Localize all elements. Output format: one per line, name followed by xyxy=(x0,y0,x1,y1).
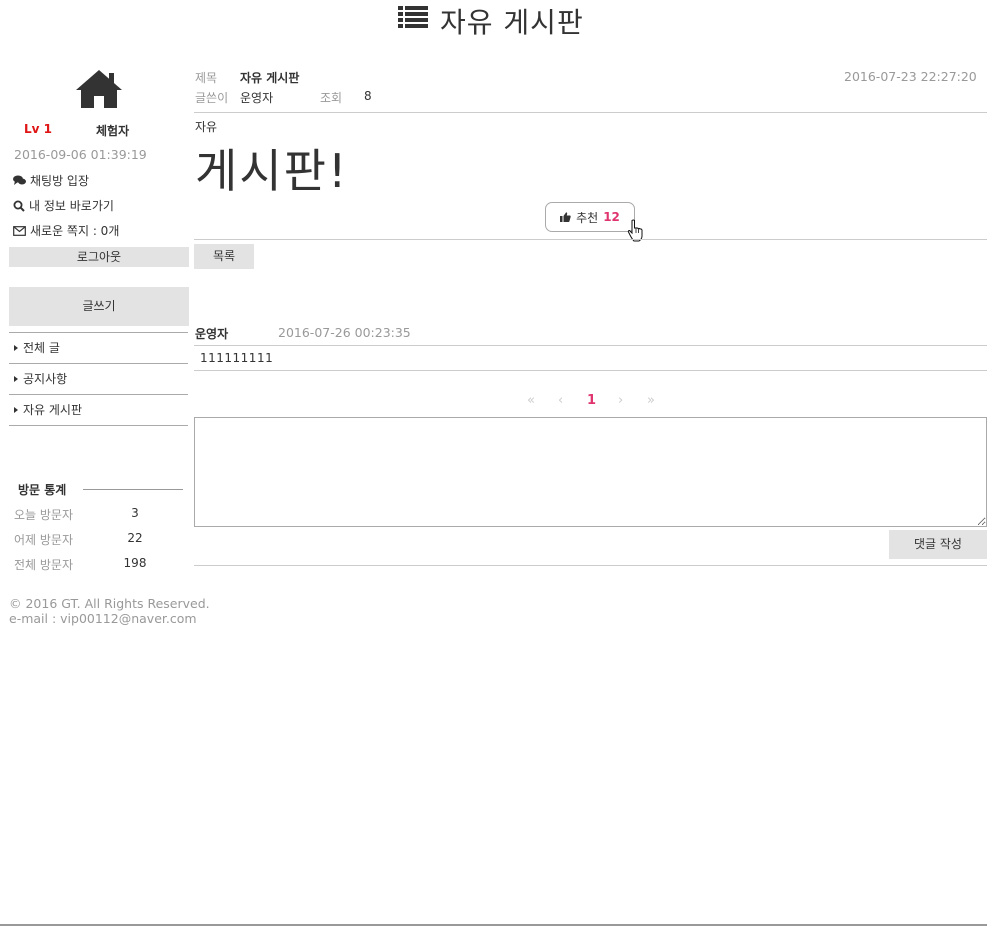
comment-input[interactable] xyxy=(194,417,987,527)
stat-today-value: 3 xyxy=(131,506,139,520)
page-title: 자유 게시판 xyxy=(440,6,584,39)
menu-item-notice[interactable]: 공지사항 xyxy=(9,364,188,395)
contact-email: e-mail : vip00112@naver.com xyxy=(9,611,197,626)
list-icon xyxy=(398,6,428,28)
post-date: 2016-07-23 22:27:20 xyxy=(844,69,977,84)
pagination-next[interactable]: › xyxy=(618,393,623,408)
pagination-prev[interactable]: ‹ xyxy=(558,393,563,408)
post-title: 자유 게시판 xyxy=(240,71,300,85)
comment-date: 2016-07-26 00:23:35 xyxy=(278,325,411,340)
comment-item: 111111111 xyxy=(194,345,987,371)
stat-yesterday-label: 어제 방문자 xyxy=(14,533,74,547)
stat-yesterday-value: 22 xyxy=(127,531,143,545)
chat-room-label: 채팅방 입장 xyxy=(30,174,90,188)
author-label: 글쓴이 xyxy=(195,91,229,105)
caret-right-icon xyxy=(14,407,18,413)
write-button[interactable]: 글쓰기 xyxy=(9,287,189,326)
menu-item-label: 자유 게시판 xyxy=(23,403,83,417)
views-label: 조회 xyxy=(320,91,343,105)
home-icon[interactable] xyxy=(76,70,122,108)
thumbs-up-icon xyxy=(560,212,571,222)
like-button[interactable]: 추천 12 xyxy=(545,202,635,232)
last-login-date: 2016-09-06 01:39:19 xyxy=(14,147,147,162)
comment-divider xyxy=(194,565,987,566)
menu-item-label: 공지사항 xyxy=(23,372,68,386)
search-icon xyxy=(13,200,25,212)
post-header-divider xyxy=(194,112,987,113)
pagination-current[interactable]: 1 xyxy=(587,393,596,408)
pagination-last[interactable]: » xyxy=(647,393,655,408)
footer: © 2016 GT. All Rights Reserved. e-mail :… xyxy=(9,596,210,626)
envelope-icon xyxy=(13,225,26,236)
post-views: 8 xyxy=(364,89,372,103)
menu-item-free-board[interactable]: 자유 게시판 xyxy=(9,395,188,426)
post-author: 운영자 xyxy=(240,91,274,105)
comment-author: 운영자 xyxy=(195,327,229,341)
stat-total-label: 전체 방문자 xyxy=(14,558,74,572)
new-message-label: 새로운 쪽지 : 0개 xyxy=(30,224,120,238)
list-button[interactable]: 목록 xyxy=(194,244,254,269)
stats-title: 방문 통계 xyxy=(18,483,67,497)
like-count: 12 xyxy=(603,210,620,224)
window-bottom-border xyxy=(0,924,987,926)
caret-right-icon xyxy=(14,376,18,382)
my-info-link[interactable]: 내 정보 바로가기 xyxy=(13,197,114,214)
pagination-first[interactable]: « xyxy=(527,393,535,408)
stat-total-value: 198 xyxy=(123,556,147,570)
copyright: © 2016 GT. All Rights Reserved. xyxy=(9,596,210,611)
my-info-label: 내 정보 바로가기 xyxy=(29,199,114,213)
logout-button[interactable]: 로그아웃 xyxy=(9,247,189,267)
new-message-link[interactable]: 새로운 쪽지 : 0개 xyxy=(13,222,119,239)
user-level: Lv 1 xyxy=(24,122,52,136)
chat-room-link[interactable]: 채팅방 입장 xyxy=(13,172,89,189)
like-label: 추천 xyxy=(576,210,599,225)
post-footer-divider xyxy=(194,239,987,240)
menu-item-all-posts[interactable]: 전체 글 xyxy=(9,333,188,364)
title-label: 제목 xyxy=(195,71,218,85)
chat-icon xyxy=(13,175,26,185)
user-level-name: 체험자 xyxy=(96,124,130,138)
comment-text: 111111111 xyxy=(200,351,274,365)
post-body-large: 게시판! xyxy=(195,144,349,198)
stats-divider xyxy=(83,489,183,490)
comment-submit-button[interactable]: 댓글 작성 xyxy=(889,530,987,559)
stat-today-label: 오늘 방문자 xyxy=(14,508,74,522)
post-body-small: 자유 xyxy=(195,120,218,134)
menu-item-label: 전체 글 xyxy=(23,341,60,355)
caret-right-icon xyxy=(14,345,18,351)
page-header: 자유 게시판 xyxy=(0,0,987,40)
